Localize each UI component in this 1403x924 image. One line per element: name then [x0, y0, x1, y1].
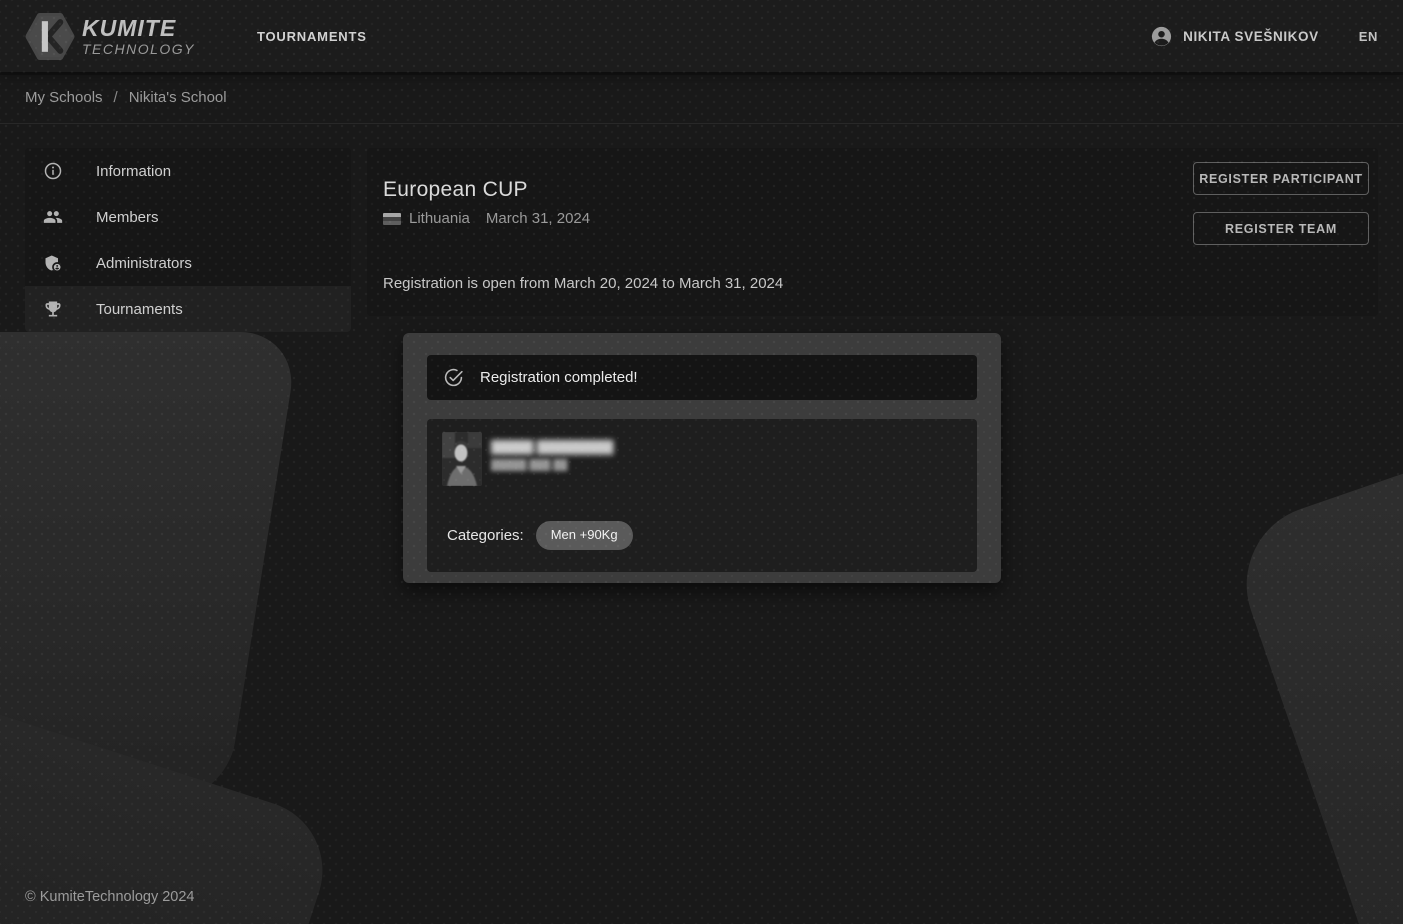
account-circle-icon: [1150, 25, 1173, 48]
info-icon: [43, 161, 63, 181]
tournament-country: Lithuania: [409, 210, 470, 227]
register-team-button[interactable]: REGISTER TEAM: [1193, 212, 1369, 245]
page: KUMITE TECHNOLOGY TOURNAMENTS NIKITA SVE…: [0, 0, 1403, 924]
background-polygon-right: [1225, 327, 1403, 924]
breadcrumb-current-school: Nikita's School: [129, 89, 227, 106]
register-participant-button[interactable]: REGISTER PARTICIPANT: [1193, 162, 1369, 195]
brand-logo[interactable]: KUMITE TECHNOLOGY: [25, 13, 195, 60]
nav-tournaments[interactable]: TOURNAMENTS: [257, 29, 367, 44]
breadcrumb-my-schools[interactable]: My Schools: [25, 89, 103, 106]
school-sidebar: Information Members Administrators: [25, 148, 351, 332]
category-chip: Men +90Kg: [536, 521, 633, 550]
tournament-meta: Lithuania March 31, 2024: [383, 210, 590, 227]
tournament-panel: European CUP Lithuania March 31, 2024 Re…: [367, 148, 1378, 316]
lithuania-flag-icon: [383, 213, 401, 225]
brand-text: KUMITE TECHNOLOGY: [82, 17, 195, 56]
trophy-icon: [43, 299, 63, 319]
sidebar-item-label: Information: [96, 163, 171, 180]
sidebar-item-label: Tournaments: [96, 301, 183, 318]
header-right: NIKITA SVEŠNIKOV EN: [1150, 25, 1378, 48]
participant-name-blurred: █████ █████████: [491, 440, 613, 454]
sidebar-item-label: Members: [96, 209, 159, 226]
members-icon: [43, 207, 63, 227]
registration-period-note: Registration is open from March 20, 2024…: [383, 275, 783, 292]
tournament-actions: REGISTER PARTICIPANT REGISTER TEAM: [1193, 162, 1369, 245]
registration-completed-banner: Registration completed!: [427, 355, 977, 400]
participant-photo: [442, 432, 482, 486]
tournament-date: March 31, 2024: [486, 210, 590, 227]
language-selector[interactable]: EN: [1359, 29, 1378, 44]
participant-details-blurred: █████ ███ ██: [491, 460, 567, 471]
admin-shield-icon: [43, 253, 63, 273]
brand-subtitle: TECHNOLOGY: [82, 42, 195, 56]
categories-label: Categories:: [447, 527, 524, 544]
breadcrumb-separator: /: [114, 89, 118, 106]
sidebar-item-tournaments[interactable]: Tournaments: [25, 286, 351, 332]
sidebar-item-administrators[interactable]: Administrators: [25, 240, 351, 286]
registration-result-card: Registration completed! █████ █████████ …: [403, 333, 1001, 583]
breadcrumb: My Schools / Nikita's School: [0, 72, 1403, 124]
sidebar-item-members[interactable]: Members: [25, 194, 351, 240]
registration-completed-text: Registration completed!: [480, 369, 638, 386]
kumite-hexagon-logo-icon: [25, 13, 75, 60]
user-name: NIKITA SVEŠNIKOV: [1183, 29, 1319, 44]
participant-card: █████ █████████ █████ ███ ██ Categories:…: [427, 419, 977, 572]
sidebar-item-information[interactable]: Information: [25, 148, 351, 194]
sidebar-item-label: Administrators: [96, 255, 192, 272]
user-menu[interactable]: NIKITA SVEŠNIKOV: [1150, 25, 1319, 48]
check-circle-icon: [443, 367, 464, 388]
footer-copyright: © KumiteTechnology 2024: [25, 889, 194, 905]
categories-row: Categories: Men +90Kg: [447, 521, 633, 550]
header: KUMITE TECHNOLOGY TOURNAMENTS NIKITA SVE…: [0, 0, 1403, 72]
brand-name: KUMITE: [82, 17, 195, 40]
tournament-title: European CUP: [383, 178, 528, 202]
